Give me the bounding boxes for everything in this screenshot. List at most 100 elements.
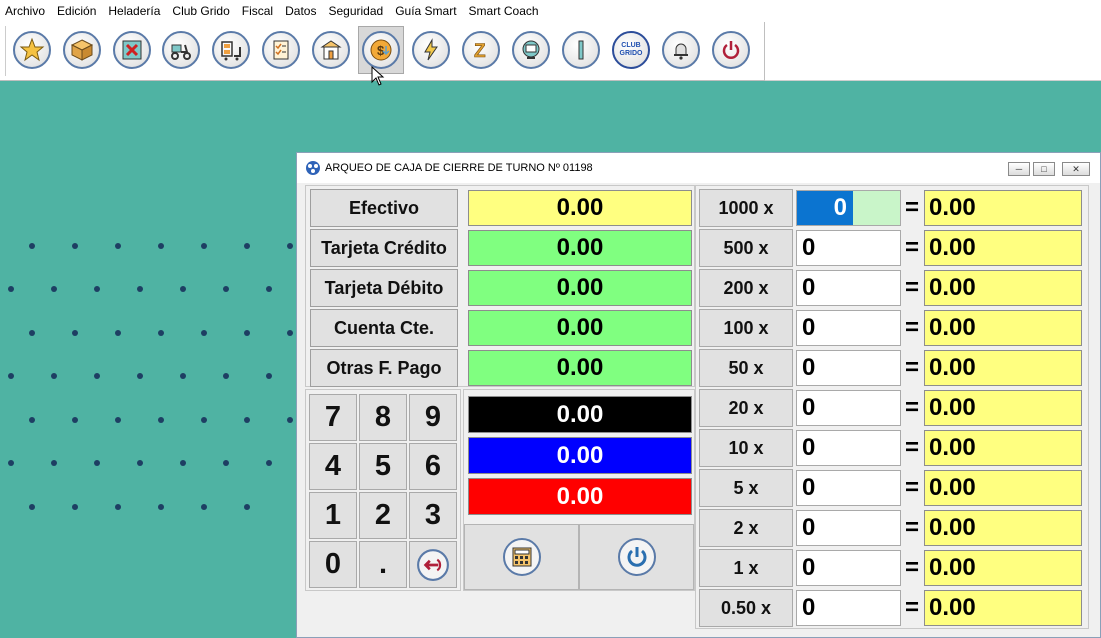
key-7[interactable]: 7 — [309, 394, 357, 441]
denomination-count-input[interactable]: 0 — [796, 430, 901, 466]
total-black: 0.00 — [468, 396, 692, 433]
menu-smart-coach[interactable]: Smart Coach — [464, 0, 546, 22]
cancel-button[interactable] — [109, 26, 155, 74]
desktop-dot-pattern — [8, 243, 293, 510]
key-1[interactable]: 1 — [309, 492, 357, 539]
value-tarjeta-debito: 0.00 — [468, 270, 692, 306]
denomination-label[interactable]: 50 x — [699, 349, 793, 387]
equals-sign: = — [904, 394, 919, 421]
close-button[interactable]: ✕ — [1062, 162, 1090, 176]
menu-fiscal[interactable]: Fiscal — [237, 0, 280, 22]
tasks-button[interactable] — [258, 26, 304, 74]
label-cuenta-cte[interactable]: Cuenta Cte. — [310, 309, 458, 347]
notifications-button[interactable] — [658, 26, 704, 74]
menu-archivo[interactable]: Archivo — [0, 0, 52, 22]
denomination-count-input[interactable]: 0 — [796, 390, 901, 426]
denomination-total: 0.00 — [924, 310, 1082, 346]
denomination-count-input[interactable]: 0 — [796, 230, 901, 266]
denomination-count-input[interactable]: 0 — [796, 310, 901, 346]
toolbar-empty-area — [765, 22, 1101, 81]
terminal-button[interactable] — [508, 26, 554, 74]
label-tarjeta-debito[interactable]: Tarjeta Débito — [310, 269, 458, 307]
terminal-icon — [522, 40, 540, 59]
denomination-label[interactable]: 100 x — [699, 309, 793, 347]
cancel-box-icon — [122, 40, 142, 60]
denomination-count-input[interactable]: 0 — [796, 270, 901, 306]
denomination-count-input[interactable]: 0 — [796, 350, 901, 386]
calculator-button[interactable] — [464, 524, 579, 590]
denomination-count-input[interactable]: 0 — [796, 190, 901, 226]
window-title: ARQUEO DE CAJA DE CIERRE DE TURNO Nº 011… — [325, 162, 593, 174]
calculator-icon — [502, 538, 541, 576]
package-icon — [70, 39, 94, 61]
key-8[interactable]: 8 — [359, 394, 407, 441]
maximize-button[interactable]: □ — [1033, 162, 1055, 176]
z-report-button[interactable]: Z — [458, 26, 504, 74]
exit-button[interactable] — [708, 26, 754, 74]
maximize-icon: □ — [1041, 164, 1047, 174]
label-otras-formas-pago[interactable]: Otras F. Pago — [310, 349, 458, 387]
payment-methods-panel: Efectivo 0.00 Tarjeta Crédito 0.00 Tarje… — [305, 185, 695, 387]
total-red: 0.00 — [468, 478, 692, 515]
label-tarjeta-credito[interactable]: Tarjeta Crédito — [310, 229, 458, 267]
products-button[interactable] — [59, 26, 105, 74]
quick-action-button[interactable] — [408, 26, 454, 74]
denomination-label[interactable]: 0.50 x — [699, 589, 793, 627]
equals-sign: = — [904, 434, 919, 461]
key-2[interactable]: 2 — [359, 492, 407, 539]
denomination-count-input[interactable]: 0 — [796, 550, 901, 586]
denomination-count-input[interactable]: 0 — [796, 590, 901, 626]
favorites-button[interactable] — [9, 26, 55, 74]
window-titlebar[interactable]: ARQUEO DE CAJA DE CIERRE DE TURNO Nº 011… — [297, 153, 1100, 183]
denomination-count-input[interactable]: 0 — [796, 470, 901, 506]
key-3[interactable]: 3 — [409, 492, 457, 539]
equals-sign: = — [904, 474, 919, 501]
key-6[interactable]: 6 — [409, 443, 457, 490]
denomination-label[interactable]: 1 x — [699, 549, 793, 587]
delivery-button[interactable] — [158, 26, 204, 74]
minimize-button[interactable]: ─ — [1008, 162, 1030, 176]
key-0[interactable]: 0 — [309, 541, 357, 588]
store-button[interactable] — [308, 26, 354, 74]
denominations-panel: 1000 x 0 = 0.00 500 x 0 = 0.00 200 x 0 =… — [695, 185, 1089, 629]
equals-sign: = — [904, 554, 919, 581]
key-5[interactable]: 5 — [359, 443, 407, 490]
key-4[interactable]: 4 — [309, 443, 357, 490]
cash-dollar-icon: $ — [370, 39, 392, 61]
key-9[interactable]: 9 — [409, 394, 457, 441]
menu-datos[interactable]: Datos — [280, 0, 323, 22]
club-grido-icon: CLUB GRIDO — [619, 42, 643, 57]
denomination-label[interactable]: 500 x — [699, 229, 793, 267]
key-decimal[interactable]: . — [359, 541, 407, 588]
denomination-total: 0.00 — [924, 590, 1082, 626]
menu-club-grido[interactable]: Club Grido — [167, 0, 236, 22]
keypad-panel: 7 8 9 4 5 6 1 2 3 0 . — [305, 389, 461, 591]
denomination-total: 0.00 — [924, 430, 1082, 466]
close-dialog-button[interactable] — [579, 524, 694, 590]
equals-sign: = — [904, 194, 919, 221]
denomination-label[interactable]: 10 x — [699, 429, 793, 467]
denomination-count-value: 0 — [797, 191, 853, 225]
backspace-button[interactable] — [409, 541, 457, 588]
app-logo-icon — [306, 161, 320, 175]
minimize-icon: ─ — [1015, 164, 1023, 174]
power-icon — [722, 41, 740, 59]
menu-seguridad[interactable]: Seguridad — [323, 0, 390, 22]
menu-guia-smart[interactable]: Guía Smart — [390, 0, 463, 22]
stock-button[interactable] — [208, 26, 254, 74]
menu-heladeria[interactable]: Heladería — [103, 0, 167, 22]
menu-edicion[interactable]: Edición — [52, 0, 103, 22]
label-efectivo[interactable]: Efectivo — [310, 189, 458, 227]
denomination-label[interactable]: 200 x — [699, 269, 793, 307]
bell-icon — [674, 43, 688, 60]
denomination-label[interactable]: 2 x — [699, 509, 793, 547]
denomination-label[interactable]: 20 x — [699, 389, 793, 427]
denomination-total: 0.00 — [924, 550, 1082, 586]
equals-sign: = — [904, 234, 919, 261]
denomination-label[interactable]: 5 x — [699, 469, 793, 507]
denomination-label[interactable]: 1000 x — [699, 189, 793, 227]
separator-button[interactable] — [558, 26, 604, 74]
checklist-icon — [273, 40, 289, 60]
club-grido-button[interactable]: CLUB GRIDO — [608, 26, 654, 74]
denomination-count-input[interactable]: 0 — [796, 510, 901, 546]
